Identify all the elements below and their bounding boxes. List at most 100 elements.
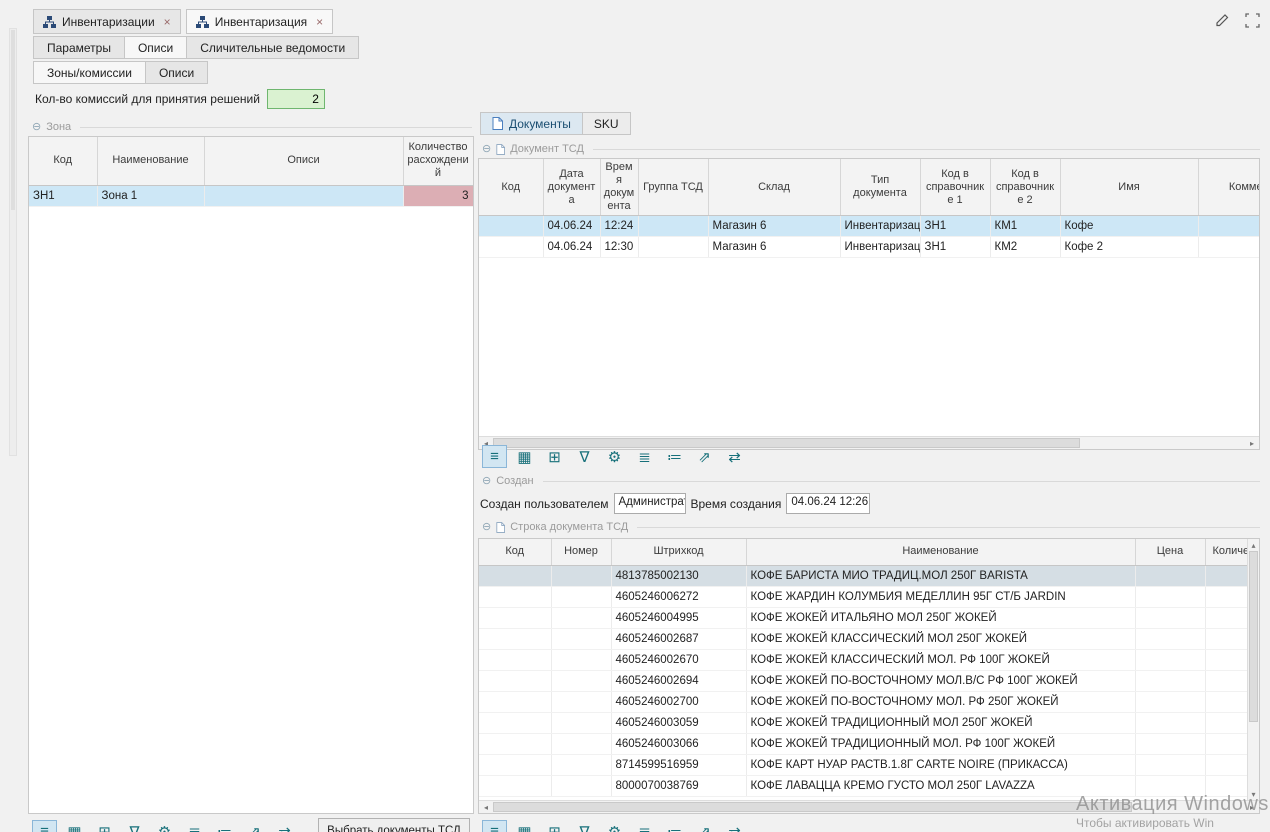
tsd-line-row[interactable]: 4605246002694 КОФЕ ЖОКЕЙ ПО-ВОСТОЧНОМУ М… — [479, 670, 1247, 691]
grid-view-icon[interactable]: ▦ — [62, 820, 87, 832]
settings-gear-icon[interactable]: ⚙ — [602, 820, 627, 832]
tsd-line-row[interactable]: 4605246002687 КОФЕ ЖОКЕЙ КЛАССИЧЕСКИЙ МО… — [479, 628, 1247, 649]
tab[interactable]: Описи — [125, 36, 187, 59]
collapse-icon[interactable]: ⊖ — [482, 144, 491, 155]
tab[interactable]: Описи — [146, 61, 208, 84]
list-view-icon[interactable]: ≡ — [482, 820, 507, 832]
collapse-icon[interactable]: ⊖ — [482, 476, 491, 487]
scroll-left-arrow[interactable]: ◂ — [479, 801, 493, 813]
settings-gear-icon[interactable]: ⚙ — [152, 820, 177, 832]
tsd-line-row[interactable]: 4813785002130 КОФЕ БАРИСТА МИО ТРАДИЦ.МО… — [479, 565, 1247, 586]
scroll-down-arrow[interactable]: ▾ — [1248, 788, 1259, 800]
tab[interactable]: Зоны/комиссии — [33, 61, 146, 84]
created-time-field[interactable]: 04.06.24 12:26 — [786, 493, 870, 514]
column-header-ref1[interactable]: Код в справочнике 1 — [920, 159, 990, 216]
tsd-line-row[interactable]: 8714599516959 КОФЕ КАРТ НУАР РАСТВ.1.8Г … — [479, 754, 1247, 775]
fullscreen-icon[interactable] — [1245, 13, 1260, 28]
edit-pencil-icon[interactable] — [1215, 12, 1231, 28]
tsd-line-row[interactable]: 4605246003059 КОФЕ ЖОКЕЙ ТРАДИЦИОННЫЙ МО… — [479, 712, 1247, 733]
export-icon[interactable]: ⇗ — [692, 820, 717, 832]
calendar-view-icon[interactable]: ⊞ — [542, 445, 567, 468]
tab-documents[interactable]: Документы — [480, 112, 583, 135]
close-icon[interactable]: × — [164, 15, 171, 29]
scroll-up-arrow[interactable]: ▴ — [1248, 539, 1259, 551]
scroll-right-arrow[interactable]: ▸ — [1245, 801, 1259, 813]
column-header-date[interactable]: Дата документа — [543, 159, 600, 216]
column-header-warehouse[interactable]: Склад — [708, 159, 840, 216]
column-header-price[interactable]: Цена — [1135, 539, 1205, 565]
column-header-barcode[interactable]: Штрихкод — [611, 539, 746, 565]
export-icon[interactable]: ⇗ — [692, 445, 717, 468]
select-tsd-docs-button[interactable]: Выбрать документы ТСД — [318, 818, 470, 832]
scrollbar-thumb[interactable] — [493, 802, 1132, 812]
scrollbar-thumb[interactable] — [11, 30, 15, 210]
tsd-line-row[interactable]: 8000070038769 КОФЕ ЛАВАЦЦА КРЕМО ГУСТО М… — [479, 775, 1247, 796]
column-header-qty[interactable]: Количество — [1205, 539, 1247, 565]
zone-group-header: ⊖ Зона — [32, 120, 472, 134]
toolbar-glyph: ⇄ — [728, 823, 741, 832]
column-header-count[interactable]: Количество расхождений — [403, 137, 473, 185]
toolbar-glyph: ∇ — [579, 823, 589, 832]
tsd-line-row[interactable]: 4605246004995 КОФЕ ЖОКЕЙ ИТАЛЬЯНО МОЛ 25… — [479, 607, 1247, 628]
column-header-tsd-group[interactable]: Группа ТСД — [638, 159, 708, 216]
close-icon[interactable]: × — [316, 15, 323, 29]
scrollbar-track[interactable] — [493, 801, 1245, 813]
tab-sku[interactable]: SKU — [583, 112, 631, 135]
tab[interactable]: Параметры — [33, 36, 125, 59]
tsd-doc-row[interactable]: 04.06.2412:30 Магазин 6Инвентаризация ЗН… — [479, 237, 1260, 258]
doc-tab[interactable]: Инвентаризация × — [186, 9, 333, 34]
column-header-code[interactable]: Код — [479, 159, 543, 216]
collapse-icon[interactable]: ⊖ — [32, 122, 41, 133]
list-view-icon[interactable]: ≡ — [482, 445, 507, 468]
column-header-code[interactable]: Код — [479, 539, 551, 565]
column-header-name[interactable]: Наименование — [97, 137, 204, 185]
tsd-doc-row[interactable]: 04.06.2412:24 Магазин 6Инвентаризация ЗН… — [479, 216, 1260, 237]
column-header-number[interactable]: Номер — [551, 539, 611, 565]
commissions-input[interactable] — [267, 89, 325, 109]
scrollbar-thumb[interactable] — [1249, 551, 1258, 722]
horizontal-scrollbar[interactable]: ◂ ▸ — [479, 800, 1259, 813]
filter-icon[interactable]: ∇ — [572, 820, 597, 832]
group-divider — [543, 481, 1260, 482]
export-icon[interactable]: ⇗ — [242, 820, 267, 832]
tsd-line-row[interactable]: 4605246002670 КОФЕ ЖОКЕЙ КЛАССИЧЕСКИЙ МО… — [479, 649, 1247, 670]
refresh-icon[interactable]: ⇄ — [722, 820, 747, 832]
column-header-ref2[interactable]: Код в справочнике 2 — [990, 159, 1060, 216]
scroll-right-arrow[interactable]: ▸ — [1245, 437, 1259, 449]
doc-tab[interactable]: Инвентаризации × — [33, 9, 181, 34]
grid-view-icon[interactable]: ▦ — [512, 820, 537, 832]
settings-gear-icon[interactable]: ⚙ — [602, 445, 627, 468]
created-by-field[interactable]: Администратор — [614, 493, 686, 514]
column-header-comment[interactable]: Комментарий — [1198, 159, 1260, 216]
column-header-name[interactable]: Имя — [1060, 159, 1198, 216]
grid-view-icon[interactable]: ▦ — [512, 445, 537, 468]
scrollbar-track[interactable] — [1248, 551, 1259, 788]
numbered-list-icon[interactable]: ≣ — [182, 820, 207, 832]
refresh-icon[interactable]: ⇄ — [272, 820, 297, 832]
tsd-line-row[interactable]: 4605246002700 КОФЕ ЖОКЕЙ ПО-ВОСТОЧНОМУ М… — [479, 691, 1247, 712]
list-add-icon[interactable]: ≔ — [212, 820, 237, 832]
zone-row[interactable]: ЗН1 Зона 1 3 — [29, 185, 473, 206]
tab[interactable]: Сличительные ведомости — [187, 36, 359, 59]
filter-icon[interactable]: ∇ — [122, 820, 147, 832]
collapse-icon[interactable]: ⊖ — [482, 522, 491, 533]
column-header-opisi[interactable]: Описи — [204, 137, 403, 185]
column-header-code[interactable]: Код — [29, 137, 97, 185]
numbered-list-icon[interactable]: ≣ — [632, 445, 657, 468]
calendar-view-icon[interactable]: ⊞ — [92, 820, 117, 832]
tsd-line-row[interactable]: 4605246006272 КОФЕ ЖАРДИН КОЛУМБИЯ МЕДЕЛ… — [479, 586, 1247, 607]
left-scrollbar[interactable] — [9, 28, 17, 456]
vertical-scrollbar[interactable]: ▴ ▾ — [1247, 539, 1259, 800]
numbered-list-icon[interactable]: ≣ — [632, 820, 657, 832]
tsd-line-row[interactable]: 4605246003066 КОФЕ ЖОКЕЙ ТРАДИЦИОННЫЙ МО… — [479, 733, 1247, 754]
list-view-icon[interactable]: ≡ — [32, 820, 57, 832]
list-add-icon[interactable]: ≔ — [662, 820, 687, 832]
list-add-icon[interactable]: ≔ — [662, 445, 687, 468]
tab-label: Сличительные ведомости — [200, 41, 345, 55]
column-header-doc-type[interactable]: Тип документа — [840, 159, 920, 216]
column-header-time[interactable]: Время документа — [600, 159, 638, 216]
calendar-view-icon[interactable]: ⊞ — [542, 820, 567, 832]
refresh-icon[interactable]: ⇄ — [722, 445, 747, 468]
column-header-name[interactable]: Наименование — [746, 539, 1135, 565]
filter-icon[interactable]: ∇ — [572, 445, 597, 468]
